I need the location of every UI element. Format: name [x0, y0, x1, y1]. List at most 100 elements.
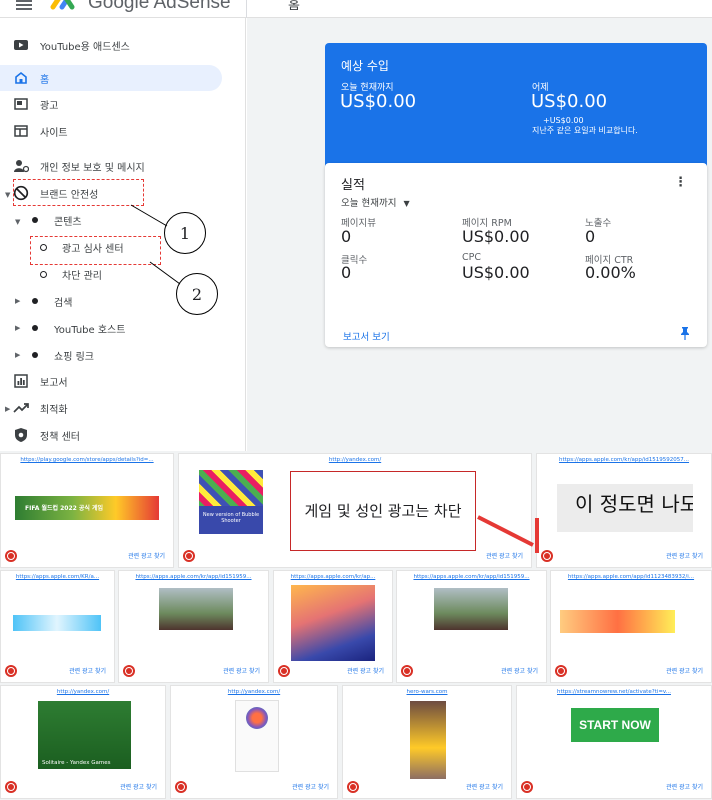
ad-tile[interactable]: https://apps.apple.com/kr/ap... 관련 광고 찾기	[273, 570, 393, 683]
block-ad-icon[interactable]	[123, 665, 135, 677]
block-ad-icon[interactable]	[183, 550, 195, 562]
compare-note: 지난주 같은 요일과 비교합니다.	[532, 126, 638, 135]
find-related-ads-link[interactable]: 관련 광고 찾기	[120, 782, 157, 791]
highlight-box-brand-safety	[13, 179, 144, 206]
ad-url[interactable]: http://yandex.com/	[171, 689, 337, 695]
sidebar-item-label: 차단 관리	[62, 270, 102, 282]
ad-tile[interactable]: https://apps.apple.com/app/id1123483932/…	[550, 570, 712, 683]
ad-tile[interactable]: https://apps.apple.com/KR/a... 관련 광고 찾기	[0, 570, 115, 683]
ad-url[interactable]: https://play.google.com/store/apps/detai…	[1, 457, 173, 463]
ad-url[interactable]: http://yandex.com/	[179, 457, 531, 463]
more-options-icon[interactable]: ⋮	[674, 175, 687, 190]
ad-url[interactable]: https://streamnowrew.net/activate?ti=v..…	[517, 689, 711, 695]
expand-caret-icon[interactable]: ▶	[15, 324, 20, 332]
main-content: 예상 수입 오늘 현재까지 US$0.00 어제 US$0.00 +US$0.0…	[247, 18, 712, 451]
expand-caret-icon[interactable]: ▶	[15, 351, 20, 359]
block-ad-icon[interactable]	[347, 781, 359, 793]
find-related-ads-link[interactable]: 관련 광고 찾기	[666, 666, 703, 675]
ad-url[interactable]: https://apps.apple.com/kr/app/id151959..…	[397, 574, 546, 580]
block-ad-icon[interactable]	[521, 781, 533, 793]
sidebar-item-label: 쇼핑 링크	[54, 351, 94, 363]
find-related-ads-link[interactable]: 관련 광고 찾기	[666, 551, 703, 560]
block-ad-icon[interactable]	[401, 665, 413, 677]
block-ad-icon[interactable]	[278, 665, 290, 677]
expand-caret-icon[interactable]: ▼	[15, 218, 20, 226]
home-icon	[12, 69, 30, 87]
card-title: 예상 수입	[341, 59, 389, 73]
sidebar-item-label: 최적화	[40, 404, 68, 416]
metric-value: 0.00%	[585, 263, 636, 282]
ad-creative-image: 이 정도면 나도	[557, 484, 693, 532]
find-related-ads-link[interactable]: 관련 광고 찾기	[466, 782, 503, 791]
reports-icon	[12, 372, 30, 390]
block-ad-icon[interactable]	[555, 665, 567, 677]
sidebar-item-reports[interactable]: 보고서	[12, 368, 68, 394]
sidebar-item-label: YouTube 호스트	[54, 324, 126, 336]
find-related-ads-link[interactable]: 관련 광고 찾기	[347, 666, 384, 675]
find-related-ads-link[interactable]: 관련 광고 찾기	[128, 551, 165, 560]
ad-tile[interactable]: https://apps.apple.com/kr/app/id15195920…	[536, 453, 712, 568]
sidebar-item-youtube[interactable]: YouTube용 애드센스	[12, 32, 130, 58]
ad-tile[interactable]: http://yandex.com/ Solitaire - Yandex Ga…	[0, 685, 166, 799]
dot-icon	[26, 346, 44, 364]
ad-creative-image	[235, 700, 279, 772]
ad-tile[interactable]: hero-wars.com 관련 광고 찾기	[342, 685, 512, 799]
sidebar-item-shopping-links[interactable]: 쇼핑 링크	[26, 342, 94, 368]
find-related-ads-link[interactable]: 관련 광고 찾기	[69, 666, 106, 675]
sidebar-item-youtube-host[interactable]: YouTube 호스트	[26, 315, 125, 341]
sidebar-item-content[interactable]: 콘텐츠	[26, 207, 82, 233]
sidebar-item-home[interactable]: 홈	[0, 65, 222, 91]
block-ad-icon[interactable]	[5, 550, 17, 562]
view-report-link[interactable]: 보고서 보기	[343, 329, 390, 343]
annotation-note: 게임 및 성인 광고는 차단	[290, 471, 476, 551]
block-ad-icon[interactable]	[5, 665, 17, 677]
ad-url[interactable]: https://apps.apple.com/kr/ap...	[274, 574, 392, 580]
menu-icon[interactable]	[16, 0, 32, 10]
date-range-select[interactable]: 오늘 현재까지 ▼	[341, 195, 410, 209]
expand-caret-icon[interactable]: ▶	[5, 405, 10, 413]
sidebar-item-optimization[interactable]: 최적화	[12, 395, 68, 421]
ad-creative-image: Solitaire - Yandex Games	[38, 701, 131, 769]
ad-tile[interactable]: https://apps.apple.com/kr/app/id151959..…	[118, 570, 269, 683]
privacy-icon	[12, 157, 30, 175]
ad-url[interactable]: https://apps.apple.com/app/id1123483932/…	[551, 574, 711, 580]
ad-url[interactable]: https://apps.apple.com/kr/app/id151959..…	[119, 574, 268, 580]
sidebar-item-sites[interactable]: 사이트	[12, 118, 68, 144]
ad-creative-image	[159, 588, 233, 630]
divider	[246, 0, 247, 18]
block-ad-icon[interactable]	[5, 781, 17, 793]
ad-url[interactable]: https://apps.apple.com/KR/a...	[1, 574, 114, 580]
youtube-icon	[12, 36, 30, 54]
highlight-box-ad-review	[30, 236, 161, 265]
find-related-ads-link[interactable]: 관련 광고 찾기	[501, 666, 538, 675]
chevron-down-icon: ▼	[403, 199, 410, 208]
ad-creative-text: START NOW	[579, 718, 651, 732]
ad-creative-image: FIFA 월드컵 2022 공식 게임	[15, 496, 159, 520]
find-related-ads-link[interactable]: 관련 광고 찾기	[223, 666, 260, 675]
expand-caret-icon[interactable]: ▶	[15, 297, 20, 305]
sidebar-item-ads[interactable]: 광고	[12, 91, 58, 117]
ad-creative-text: Solitaire - Yandex Games	[42, 760, 111, 766]
sidebar-item-privacy[interactable]: 개인 정보 보호 및 메시지	[12, 153, 145, 179]
ad-url[interactable]: https://apps.apple.com/kr/app/id15195920…	[537, 457, 711, 463]
block-ad-icon[interactable]	[541, 550, 553, 562]
ad-url[interactable]: hero-wars.com	[343, 689, 511, 695]
find-related-ads-link[interactable]: 관련 광고 찾기	[666, 782, 703, 791]
ad-creative-text: New version of Bubble Shooter	[202, 512, 260, 524]
ad-creative-image	[410, 701, 446, 779]
metric-value: 0	[585, 227, 596, 246]
find-related-ads-link[interactable]: 관련 광고 찾기	[486, 551, 523, 560]
ad-url[interactable]: http://yandex.com/	[1, 689, 165, 695]
block-ad-icon[interactable]	[175, 781, 187, 793]
ad-tile[interactable]: https://streamnowrew.net/activate?ti=v..…	[516, 685, 712, 799]
sidebar-item-search[interactable]: 검색	[26, 288, 72, 314]
expand-caret-icon[interactable]: ▼	[5, 191, 10, 199]
ad-tile[interactable]: https://play.google.com/store/apps/detai…	[0, 453, 174, 568]
ad-tile[interactable]: http://yandex.com/ 관련 광고 찾기	[170, 685, 338, 799]
callout-number-2: 2	[176, 273, 218, 315]
callout-number-1: 1	[164, 212, 206, 254]
pin-icon[interactable]	[679, 326, 691, 340]
sidebar-item-policy-center[interactable]: 정책 센터	[12, 422, 80, 448]
find-related-ads-link[interactable]: 관련 광고 찾기	[292, 782, 329, 791]
ad-tile[interactable]: https://apps.apple.com/kr/app/id151959..…	[396, 570, 547, 683]
